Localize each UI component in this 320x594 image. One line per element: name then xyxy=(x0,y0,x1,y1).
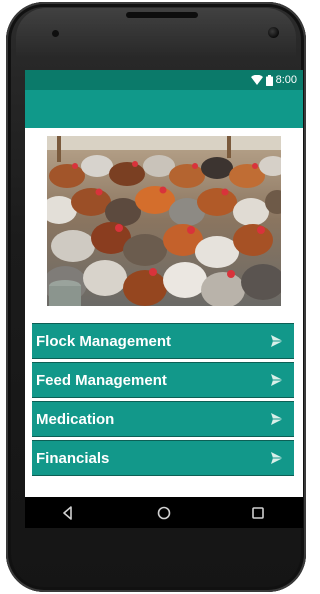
send-arrow-icon xyxy=(271,413,283,425)
main-menu: Flock Management Feed Management Medicat… xyxy=(32,323,294,479)
navigation-bar xyxy=(25,497,303,528)
wifi-icon xyxy=(250,75,263,85)
menu-item-financials[interactable]: Financials xyxy=(32,440,294,476)
front-camera xyxy=(268,27,279,38)
menu-item-flock-management[interactable]: Flock Management xyxy=(32,323,294,359)
menu-item-medication[interactable]: Medication xyxy=(32,401,294,437)
recents-icon[interactable] xyxy=(250,505,266,521)
menu-item-feed-management[interactable]: Feed Management xyxy=(32,362,294,398)
send-arrow-icon xyxy=(271,452,283,464)
proximity-sensor xyxy=(52,30,59,37)
battery-icon xyxy=(265,74,273,86)
menu-item-label: Feed Management xyxy=(36,371,167,389)
app-bar xyxy=(25,90,303,128)
menu-item-label: Flock Management xyxy=(36,332,172,350)
back-icon[interactable] xyxy=(60,505,76,521)
home-icon[interactable] xyxy=(156,505,172,521)
screen: 8:00 Flock Management Feed Management Me… xyxy=(25,70,303,528)
menu-item-label: Medication xyxy=(36,410,115,428)
chickens-photo xyxy=(47,136,281,306)
chickens-photo-drawing xyxy=(47,136,281,306)
send-arrow-icon xyxy=(271,335,283,347)
menu-item-label: Financials xyxy=(36,449,110,467)
status-icons: 8:00 xyxy=(250,73,297,87)
status-bar: 8:00 xyxy=(25,70,303,90)
send-arrow-icon xyxy=(271,374,283,386)
earpiece-speaker xyxy=(126,12,198,18)
status-time: 8:00 xyxy=(275,74,297,86)
